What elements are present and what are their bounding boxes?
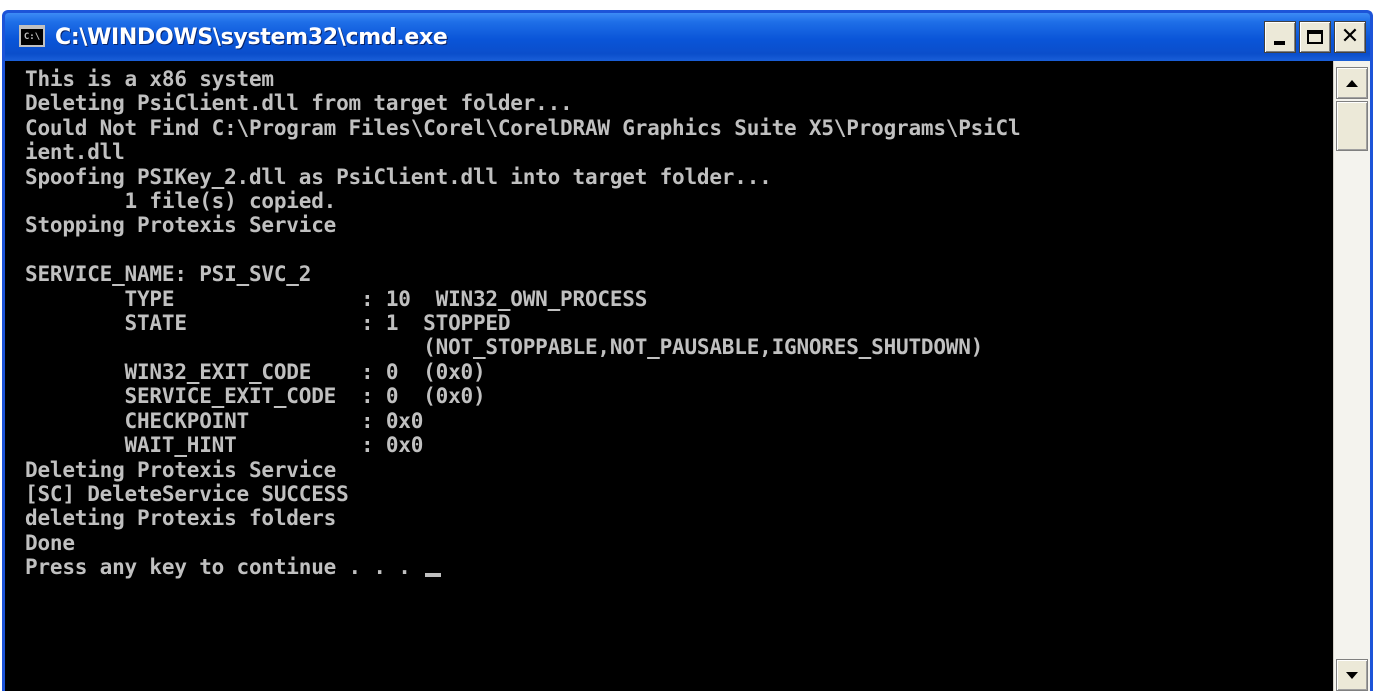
console-prompt: Press any key to continue . . . (25, 555, 424, 580)
console-line: Done (25, 530, 75, 555)
scroll-down-arrow-icon (1346, 671, 1358, 679)
scroll-thumb[interactable] (1336, 101, 1368, 151)
console-line: Deleting PsiClient.dll from target folde… (25, 91, 573, 116)
scroll-down-button[interactable] (1336, 659, 1368, 691)
console-line: WIN32_EXIT_CODE : 0 (0x0) (25, 359, 486, 384)
scroll-up-button[interactable] (1336, 67, 1368, 99)
close-button[interactable]: ✕ (1334, 21, 1366, 53)
console-line: Spoofing PSIKey_2.dll as PsiClient.dll i… (25, 164, 772, 189)
text-cursor (425, 573, 442, 578)
window-controls: ✕ (1264, 21, 1366, 53)
console-line: Could Not Find C:\Program Files\Corel\Co… (25, 115, 1021, 140)
scroll-up-arrow-icon (1346, 79, 1358, 87)
cmd-window: C:\ C:\WINDOWS\system32\cmd.exe ✕ This i… (2, 10, 1373, 691)
cmd-app-icon[interactable]: C:\ (19, 25, 45, 47)
title-bar[interactable]: C:\ C:\WINDOWS\system32\cmd.exe ✕ (5, 13, 1370, 61)
maximize-icon (1307, 30, 1323, 44)
console-line: 1 file(s) copied. (25, 189, 337, 214)
console-line: deleting Protexis folders (25, 506, 337, 531)
window-title: C:\WINDOWS\system32\cmd.exe (55, 24, 448, 50)
maximize-button[interactable] (1299, 21, 1331, 53)
close-icon: ✕ (1340, 24, 1360, 49)
console-text: This is a x86 system Deleting PsiClient.… (5, 61, 1334, 580)
console-line: Stopping Protexis Service (25, 213, 337, 238)
console-line: SERVICE_NAME: PSI_SVC_2 (25, 262, 312, 287)
vertical-scrollbar[interactable] (1333, 61, 1370, 691)
console-output[interactable]: This is a x86 system Deleting PsiClient.… (5, 61, 1334, 691)
minimize-button[interactable] (1264, 21, 1296, 53)
console-line: [SC] DeleteService SUCCESS (25, 481, 349, 506)
console-line: SERVICE_EXIT_CODE : 0 (0x0) (25, 384, 486, 409)
console-line: STATE : 1 STOPPED (25, 311, 511, 336)
console-line: Deleting Protexis Service (25, 457, 337, 482)
console-line: (NOT_STOPPABLE,NOT_PAUSABLE,IGNORES_SHUT… (25, 335, 984, 360)
console-line: TYPE : 10 WIN32_OWN_PROCESS (25, 286, 648, 311)
console-line: ient.dll (25, 140, 125, 165)
minimize-icon (1274, 41, 1285, 45)
console-line: WAIT_HINT : 0x0 (25, 433, 424, 458)
console-line: This is a x86 system (25, 67, 274, 91)
console-line: CHECKPOINT : 0x0 (25, 408, 424, 433)
